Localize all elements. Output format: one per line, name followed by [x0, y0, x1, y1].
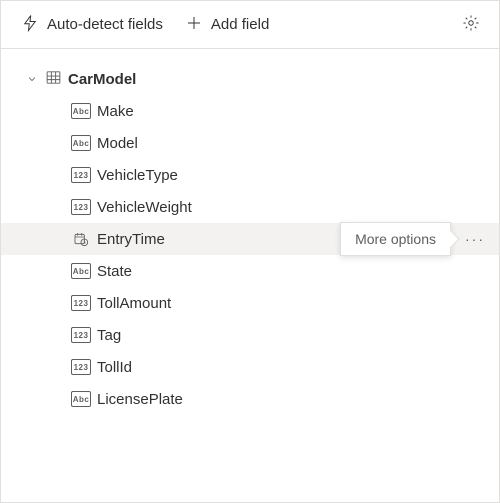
field-row-entrytime[interactable]: EntryTime More options ···	[1, 223, 499, 255]
tree-root-carmodel[interactable]: CarModel	[1, 63, 499, 95]
gear-icon	[462, 14, 480, 35]
field-row-vehicleweight[interactable]: 123 VehicleWeight	[1, 191, 499, 223]
datatype-123-icon: 123	[71, 167, 91, 183]
datatype-123-icon: 123	[71, 359, 91, 375]
datatype-abc-icon: Abc	[71, 103, 91, 119]
add-field-button[interactable]: Add field	[179, 10, 275, 40]
fields-panel: Auto-detect fields Add field	[0, 0, 500, 503]
field-label: VehicleWeight	[97, 199, 192, 216]
auto-detect-label: Auto-detect fields	[47, 16, 163, 33]
field-row-tollamount[interactable]: 123 TollAmount	[1, 287, 499, 319]
field-label: VehicleType	[97, 167, 178, 184]
tree-root-label: CarModel	[68, 71, 136, 88]
toolbar: Auto-detect fields Add field	[1, 1, 499, 49]
datatype-datetime-icon	[71, 231, 91, 247]
settings-button[interactable]	[457, 11, 485, 39]
field-label: TollId	[97, 359, 132, 376]
datatype-123-icon: 123	[71, 327, 91, 343]
table-icon	[45, 69, 62, 90]
datatype-123-icon: 123	[71, 199, 91, 215]
ellipsis-icon: ···	[465, 231, 485, 247]
field-row-vehicletype[interactable]: 123 VehicleType	[1, 159, 499, 191]
field-label: LicensePlate	[97, 391, 183, 408]
chevron-down-icon[interactable]	[25, 72, 39, 86]
field-row-state[interactable]: Abc State	[1, 255, 499, 287]
more-options-button[interactable]: ···	[461, 225, 489, 253]
field-label: State	[97, 263, 132, 280]
lightning-icon	[21, 14, 39, 36]
tree-view: CarModel AbcMakeAbcModel123VehicleType12…	[1, 49, 499, 415]
field-label: Model	[97, 135, 138, 152]
field-label: Make	[97, 103, 134, 120]
auto-detect-fields-button[interactable]: Auto-detect fields	[15, 10, 169, 40]
field-row-make[interactable]: Abc Make	[1, 95, 499, 127]
datatype-123-icon: 123	[71, 295, 91, 311]
more-options-tooltip: More options	[340, 222, 451, 256]
field-label: TollAmount	[97, 295, 171, 312]
field-row-tag[interactable]: 123 Tag	[1, 319, 499, 351]
datatype-abc-icon: Abc	[71, 263, 91, 279]
plus-icon	[185, 14, 203, 36]
field-label: Tag	[97, 327, 121, 344]
datatype-abc-icon: Abc	[71, 391, 91, 407]
field-row-tollid[interactable]: 123 TollId	[1, 351, 499, 383]
add-field-label: Add field	[211, 16, 269, 33]
field-row-licenseplate[interactable]: Abc LicensePlate	[1, 383, 499, 415]
field-label: EntryTime	[97, 231, 165, 248]
field-row-model[interactable]: Abc Model	[1, 127, 499, 159]
datatype-abc-icon: Abc	[71, 135, 91, 151]
